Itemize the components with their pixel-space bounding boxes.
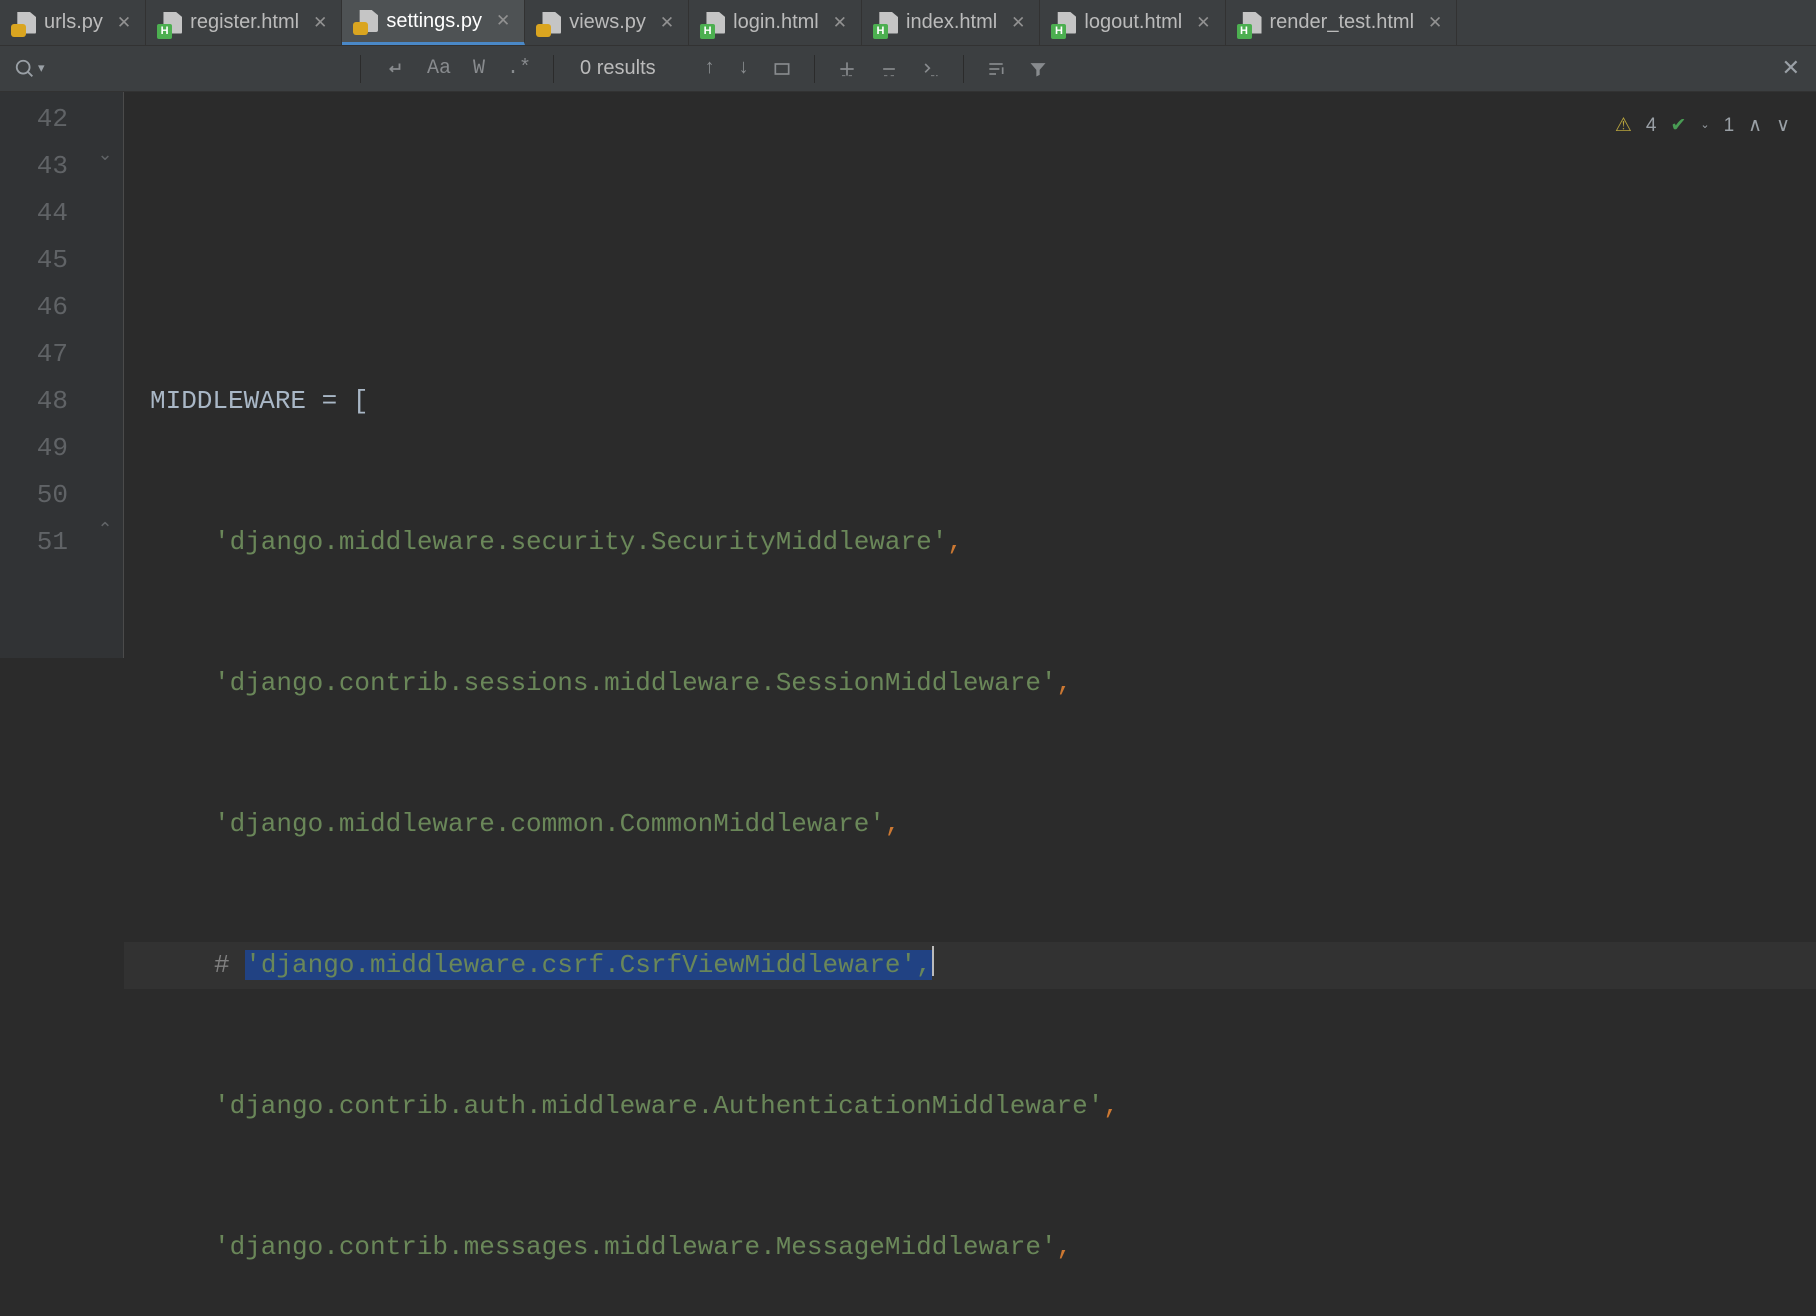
warning-count: 4 [1646, 102, 1657, 149]
code-line: 'django.middleware.common.CommonMiddlewa… [124, 801, 1816, 848]
tab-label: index.html [906, 11, 997, 34]
tab-register-html[interactable]: register.html ✕ [146, 0, 342, 45]
selected-text: 'django.middleware.csrf.CsrfViewMiddlewa… [245, 950, 932, 980]
tab-label: urls.py [44, 11, 103, 34]
next-match-icon[interactable]: ↓ [738, 57, 750, 80]
ok-count: 1 [1724, 102, 1735, 149]
close-icon[interactable]: ✕ [117, 13, 131, 33]
close-find-icon[interactable]: ✕ [1766, 56, 1816, 82]
code-editor[interactable]: 42 43 44 45 46 47 48 49 50 51 ⌄ ⌃ ⚠ 4 ✔ ⌄ 1… [0, 92, 1816, 658]
tab-views-py[interactable]: views.py ✕ [525, 0, 689, 45]
line-number: 49 [0, 425, 68, 472]
tab-logout-html[interactable]: logout.html ✕ [1040, 0, 1225, 45]
fold-gutter: ⌄ ⌃ [88, 92, 124, 658]
line-number-gutter: 42 43 44 45 46 47 48 49 50 51 [0, 92, 88, 658]
add-selection-icon[interactable] [837, 59, 857, 79]
tab-label: register.html [190, 11, 299, 34]
toggle-find-in-selection-icon[interactable] [986, 59, 1006, 79]
python-file-icon [14, 12, 36, 34]
close-icon[interactable]: ✕ [1196, 13, 1210, 33]
search-icon [14, 58, 36, 80]
close-icon[interactable]: ✕ [1428, 13, 1442, 33]
new-line-icon[interactable] [383, 58, 405, 80]
code-line: 'django.contrib.sessions.middleware.Sess… [124, 660, 1816, 707]
line-number: 50 [0, 472, 68, 519]
words-button[interactable]: W [473, 57, 485, 80]
line-number: 44 [0, 190, 68, 237]
ok-check-icon: ✔ [1670, 102, 1686, 149]
match-case-button[interactable]: Aa [427, 57, 451, 80]
warning-icon: ⚠ [1615, 102, 1632, 149]
search-input[interactable]: ▾ [0, 58, 360, 80]
code-line: 'django.contrib.auth.middleware.Authenti… [124, 1083, 1816, 1130]
tab-settings-py[interactable]: settings.py ✕ [342, 0, 525, 45]
chevron-down-icon[interactable]: ∨ [1776, 102, 1790, 149]
find-toolbar: ▾ Aa W .* 0 results ↑ ↓ ✕ [0, 46, 1816, 92]
html-file-icon [703, 12, 725, 34]
previous-match-icon[interactable]: ↑ [704, 57, 716, 80]
close-icon[interactable]: ✕ [313, 13, 327, 33]
select-all-icon[interactable] [772, 59, 792, 79]
remove-selection-icon[interactable] [879, 59, 899, 79]
fold-start-icon[interactable]: ⌄ [94, 144, 116, 166]
select-all-occurrences-icon[interactable] [921, 59, 941, 79]
tab-index-html[interactable]: index.html ✕ [862, 0, 1040, 45]
chevron-up-icon[interactable]: ∧ [1748, 102, 1762, 149]
line-number: 42 [0, 96, 68, 143]
html-file-icon [1054, 12, 1076, 34]
chevron-down-icon: ⌄ [1700, 102, 1709, 149]
python-file-icon [356, 10, 378, 32]
filter-icon[interactable] [1028, 59, 1048, 79]
python-file-icon [539, 12, 561, 34]
tab-label: logout.html [1084, 11, 1182, 34]
close-icon[interactable]: ✕ [660, 13, 674, 33]
close-icon[interactable]: ✕ [1011, 13, 1025, 33]
code-content[interactable]: ⚠ 4 ✔ ⌄ 1 ∧ ∨ MIDDLEWARE = [ 'django.middle… [124, 92, 1816, 658]
code-line: # 'django.middleware.csrf.CsrfViewMiddle… [124, 942, 1816, 989]
line-number: 51 [0, 519, 68, 566]
html-file-icon [1240, 12, 1262, 34]
line-number: 47 [0, 331, 68, 378]
line-number: 48 [0, 378, 68, 425]
close-icon[interactable]: ✕ [833, 13, 847, 33]
line-number: 46 [0, 284, 68, 331]
line-number: 43 [0, 143, 68, 190]
code-line: 'django.contrib.messages.middleware.Mess… [124, 1224, 1816, 1271]
tab-label: settings.py [386, 10, 482, 33]
fold-end-icon[interactable]: ⌃ [94, 519, 116, 541]
close-icon[interactable]: ✕ [496, 11, 510, 31]
line-number: 45 [0, 237, 68, 284]
results-count: 0 results [554, 57, 682, 80]
tab-render-test-html[interactable]: render_test.html ✕ [1226, 0, 1458, 45]
tab-label: login.html [733, 11, 819, 34]
html-file-icon [876, 12, 898, 34]
search-history-chevron-icon[interactable]: ▾ [38, 61, 45, 76]
html-file-icon [160, 12, 182, 34]
tab-urls-py[interactable]: urls.py ✕ [0, 0, 146, 45]
regex-button[interactable]: .* [507, 57, 531, 80]
editor-tabs: urls.py ✕ register.html ✕ settings.py ✕ vie… [0, 0, 1816, 46]
code-line: 'django.middleware.security.SecurityMidd… [124, 519, 1816, 566]
code-line: MIDDLEWARE = [ [124, 378, 1816, 425]
tab-login-html[interactable]: login.html ✕ [689, 0, 862, 45]
tab-label: render_test.html [1270, 11, 1415, 34]
tab-label: views.py [569, 11, 646, 34]
inspection-widget[interactable]: ⚠ 4 ✔ ⌄ 1 ∧ ∨ [1615, 102, 1790, 149]
code-line [124, 237, 1816, 284]
